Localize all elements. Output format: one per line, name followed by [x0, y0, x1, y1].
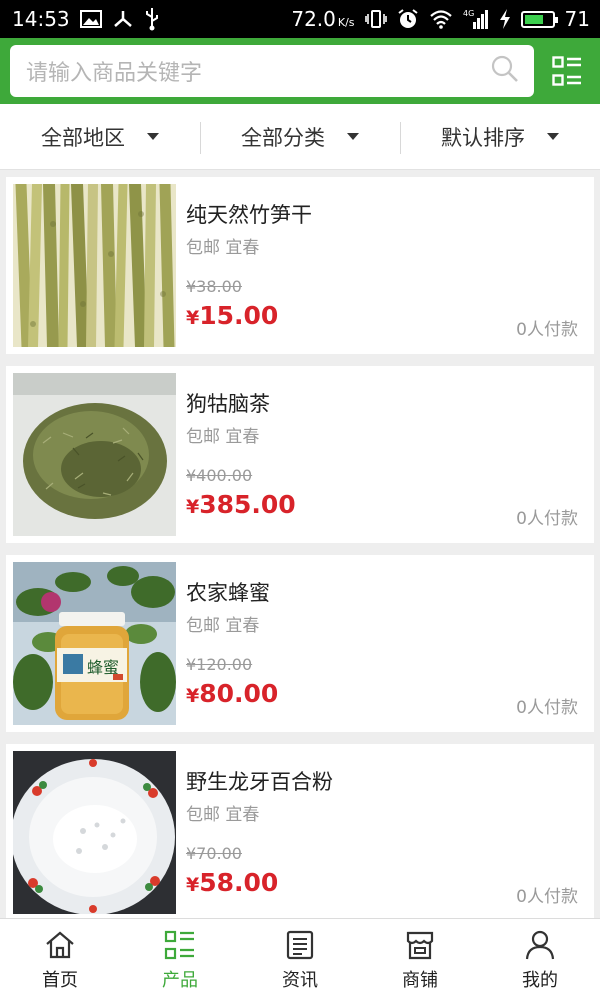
product-tags: 包邮 宜春 [186, 616, 260, 636]
usb-debug-icon [112, 9, 134, 29]
news-icon [283, 928, 317, 962]
product-name[interactable]: 狗牯脑茶 [186, 388, 270, 418]
filter-category[interactable]: 全部分类 [200, 104, 400, 169]
list-icon [163, 928, 197, 962]
sale-price: ¥385.00 [186, 490, 296, 519]
sale-price-value: 80.00 [199, 679, 279, 708]
currency-symbol: ¥ [186, 874, 200, 896]
nav-me-label: 我的 [522, 969, 558, 991]
product-name[interactable]: 纯天然竹笋干 [186, 199, 312, 229]
sale-price: ¥15.00 [186, 301, 278, 330]
payment-count: 0人付款 [516, 509, 578, 529]
charging-icon [499, 9, 511, 29]
filter-bar: 全部地区 全部分类 默认排序 [0, 104, 600, 170]
sale-price-value: 385.00 [199, 490, 296, 519]
filter-region-label: 全部地区 [41, 125, 125, 150]
chevron-down-icon [347, 133, 359, 140]
sale-price: ¥58.00 [186, 868, 278, 897]
search-header: 请输入商品关键字 [0, 38, 600, 104]
bottom-nav: 首页 产品 资讯 商铺 我的 [0, 918, 600, 1000]
app-screen: 14:53 72.0 K/s 4G 71 请输入商品关键字 全部地区 全部分类 … [0, 0, 600, 1000]
status-time: 14:53 [12, 7, 70, 31]
original-price: ¥38.00 [186, 277, 242, 296]
battery-icon [520, 10, 558, 28]
network-speed: 72.0 [291, 7, 336, 31]
product-image-lily-powder[interactable] [13, 751, 176, 914]
nav-products[interactable]: 产品 [120, 919, 240, 1000]
original-price: ¥400.00 [186, 466, 253, 485]
currency-symbol: ¥ [186, 496, 200, 518]
battery-level: 71 [564, 7, 590, 31]
product-image-tea-leaves[interactable] [13, 373, 176, 536]
payment-count: 0人付款 [516, 320, 578, 340]
chevron-down-icon [547, 133, 559, 140]
nav-news[interactable]: 资讯 [240, 919, 360, 1000]
category-menu-icon[interactable] [550, 54, 584, 88]
network-type: 4G [463, 9, 474, 18]
nav-products-label: 产品 [162, 969, 198, 991]
product-name[interactable]: 农家蜂蜜 [186, 577, 270, 607]
alarm-icon [397, 8, 419, 30]
payment-count: 0人付款 [516, 887, 578, 907]
nav-me[interactable]: 我的 [480, 919, 600, 1000]
signal-icon: 4G [463, 8, 489, 30]
sale-price-value: 15.00 [199, 301, 279, 330]
filter-category-label: 全部分类 [241, 125, 325, 150]
speed-unit: K/s [337, 16, 355, 29]
search-icon[interactable] [490, 54, 520, 88]
search-placeholder: 请输入商品关键字 [26, 61, 203, 86]
filter-region[interactable]: 全部地区 [0, 104, 200, 169]
product-image-bamboo-shoots[interactable] [13, 184, 176, 347]
product-image-honey-jar[interactable]: 蜂蜜 [13, 562, 176, 725]
product-name[interactable]: 野生龙牙百合粉 [186, 766, 333, 796]
nav-shops-label: 商铺 [402, 969, 438, 991]
filter-sort[interactable]: 默认排序 [400, 104, 600, 169]
currency-symbol: ¥ [186, 307, 200, 329]
sale-price: ¥80.00 [186, 679, 278, 708]
usb-icon [144, 7, 160, 31]
nav-home-label: 首页 [42, 969, 78, 991]
nav-news-label: 资讯 [282, 969, 318, 991]
nav-shops[interactable]: 商铺 [360, 919, 480, 1000]
currency-symbol: ¥ [186, 685, 200, 707]
product-tags: 包邮 宜春 [186, 238, 260, 258]
status-bar: 14:53 72.0 K/s 4G 71 [0, 0, 600, 38]
original-price: ¥120.00 [186, 655, 253, 674]
sale-price-value: 58.00 [199, 868, 279, 897]
product-card[interactable]: 狗牯脑茶 包邮 宜春 ¥400.00 ¥385.00 0人付款 [6, 366, 594, 543]
user-icon [523, 928, 557, 962]
nav-home[interactable]: 首页 [0, 919, 120, 1000]
product-tags: 包邮 宜春 [186, 805, 260, 825]
product-card[interactable]: 纯天然竹笋干 包邮 宜春 ¥38.00 ¥15.00 0人付款 [6, 177, 594, 354]
shop-icon [403, 928, 437, 962]
chevron-down-icon [147, 133, 159, 140]
filter-sort-label: 默认排序 [441, 125, 525, 150]
wifi-icon [429, 9, 453, 29]
image-icon [79, 10, 102, 28]
search-input[interactable]: 请输入商品关键字 [10, 45, 534, 97]
product-card[interactable]: 蜂蜜 农家蜂蜜 包邮 宜春 ¥120.00 ¥80.00 0人付款 [6, 555, 594, 732]
vibrate-icon [364, 9, 387, 29]
home-icon [43, 928, 77, 962]
payment-count: 0人付款 [516, 698, 578, 718]
product-card[interactable]: 野生龙牙百合粉 包邮 宜春 ¥70.00 ¥58.00 0人付款 [6, 744, 594, 921]
original-price: ¥70.00 [186, 844, 242, 863]
product-tags: 包邮 宜春 [186, 427, 260, 447]
